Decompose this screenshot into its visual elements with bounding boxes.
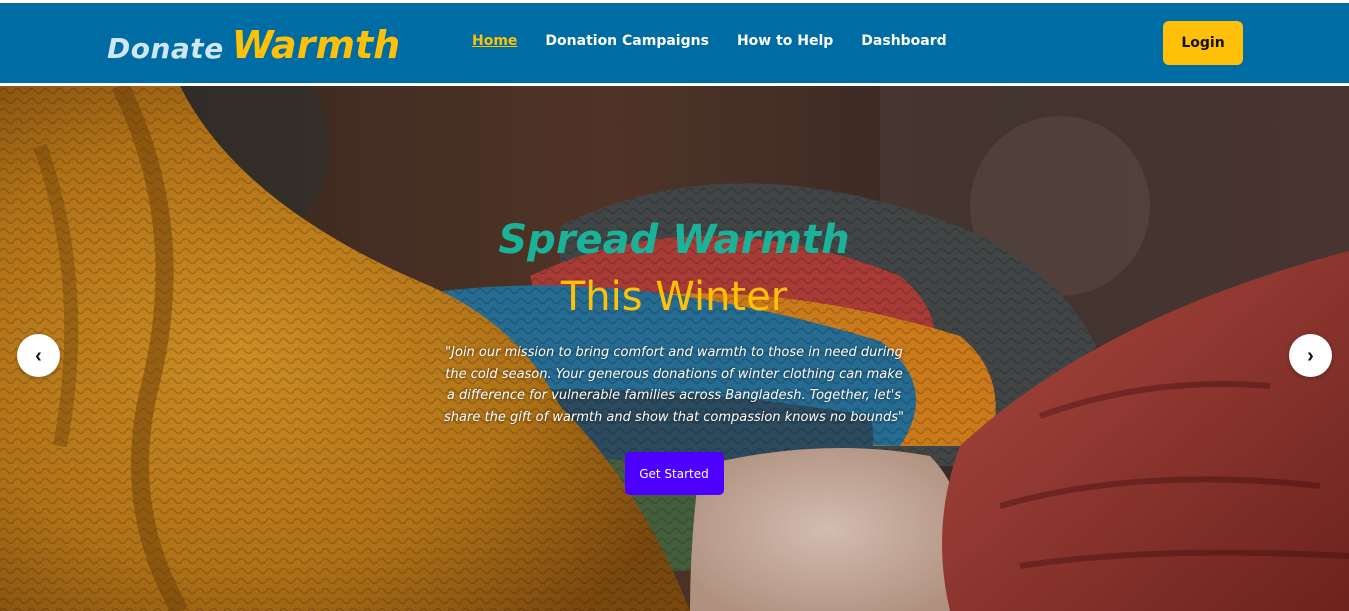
chevron-right-icon: ›: [1307, 345, 1314, 367]
top-navbar: Donate Warmth Home Donation Campaigns How…: [0, 3, 1349, 83]
nav-item-dashboard[interactable]: Dashboard: [861, 33, 946, 49]
carousel-prev-button[interactable]: ‹: [17, 334, 60, 377]
hero-subheadline: This Winter: [560, 274, 788, 320]
hero-description: "Join our mission to bring comfort and w…: [444, 345, 904, 425]
nav-item-how-to-help[interactable]: How to Help: [737, 33, 833, 49]
chevron-left-icon: ‹: [35, 345, 42, 367]
hero-headline: Spread Warmth: [498, 217, 850, 263]
nav-item-home[interactable]: Home: [472, 33, 517, 49]
brand-text-warmth: Warmth: [231, 23, 401, 67]
brand-text-donate: Donate: [107, 32, 224, 65]
hero-content: Spread Warmth This Winter "Join our miss…: [424, 214, 924, 495]
nav-item-donation-campaigns[interactable]: Donation Campaigns: [545, 33, 709, 49]
brand-logo[interactable]: Donate Warmth: [107, 23, 400, 67]
login-button[interactable]: Login: [1163, 21, 1243, 65]
get-started-button[interactable]: Get Started: [624, 452, 724, 495]
hero-carousel: Spread Warmth This Winter "Join our miss…: [0, 86, 1349, 611]
carousel-next-button[interactable]: ›: [1289, 334, 1332, 377]
main-nav: Home Donation Campaigns How to Help Dash…: [472, 33, 947, 49]
